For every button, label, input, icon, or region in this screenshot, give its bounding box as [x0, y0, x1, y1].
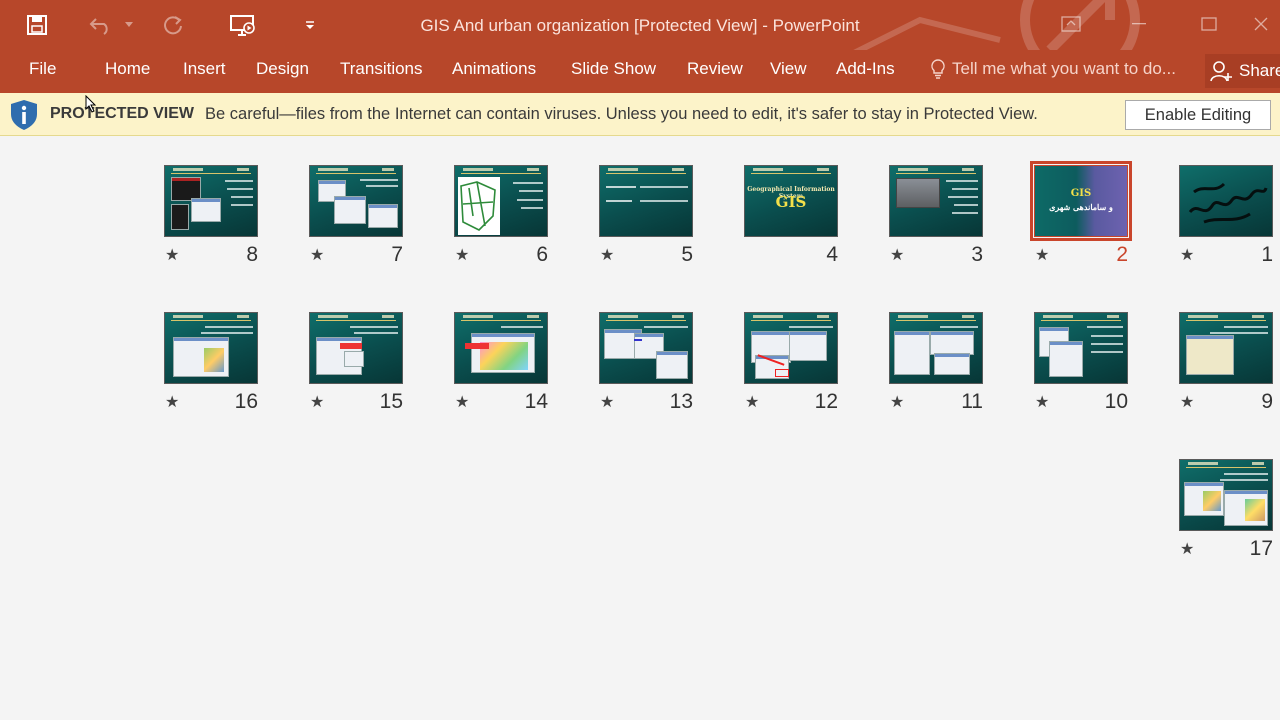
slide-number: 16	[234, 390, 258, 413]
transition-star-icon: ★	[1180, 541, 1195, 558]
slide-number: 3	[971, 243, 983, 266]
slide-thumbnail-9[interactable]	[1179, 312, 1273, 384]
slide-number: 10	[1104, 390, 1128, 413]
share-button[interactable]: Share	[1205, 54, 1280, 88]
slide-number: 7	[391, 243, 403, 266]
slide-thumbnail-2[interactable]: GIS و ساماندهی شهری	[1030, 161, 1132, 241]
protected-view-bar: PROTECTED VIEW Be careful—files from the…	[0, 93, 1280, 136]
transition-star-icon: ★	[165, 247, 180, 264]
transition-star-icon: ★	[890, 247, 905, 264]
ribbon-tabs: File Home Insert Design Transitions Anim…	[0, 50, 1280, 93]
slide-thumbnail-17[interactable]	[1179, 459, 1273, 531]
slide-thumbnail-6[interactable]	[454, 165, 548, 237]
ribbon-display-options-button[interactable]	[1048, 8, 1094, 40]
transition-star-icon: ★	[890, 394, 905, 411]
minimize-icon	[1132, 23, 1146, 25]
slide-thumbnail-12[interactable]	[744, 312, 838, 384]
slide-thumbnail-15[interactable]	[309, 312, 403, 384]
lightbulb-icon	[931, 59, 945, 79]
transition-star-icon: ★	[600, 394, 615, 411]
slide-thumbnail-10[interactable]	[1034, 312, 1128, 384]
transition-star-icon: ★	[455, 394, 470, 411]
map-image	[458, 177, 500, 235]
slide-number: 8	[246, 243, 258, 266]
transition-star-icon: ★	[310, 247, 325, 264]
maximize-button[interactable]	[1186, 8, 1232, 40]
transition-star-icon: ★	[1180, 394, 1195, 411]
transition-star-icon: ★	[165, 394, 180, 411]
tab-animations[interactable]: Animations	[452, 59, 536, 79]
enable-editing-button[interactable]: Enable Editing	[1125, 100, 1271, 130]
transition-star-icon: ★	[1035, 394, 1050, 411]
tab-slide-show[interactable]: Slide Show	[571, 59, 656, 79]
protected-view-title: PROTECTED VIEW	[50, 105, 195, 122]
slide-thumbnail-1[interactable]	[1179, 165, 1273, 237]
tab-insert[interactable]: Insert	[183, 59, 226, 79]
transition-star-icon: ★	[455, 247, 470, 264]
slide-thumbnail-4[interactable]: Geographical Information System GIS	[744, 165, 838, 237]
shield-info-icon	[11, 100, 37, 130]
transition-star-icon: ★	[600, 247, 615, 264]
tab-review[interactable]: Review	[687, 59, 743, 79]
tab-add-ins[interactable]: Add-Ins	[836, 59, 895, 79]
slide-thumbnail-16[interactable]	[164, 312, 258, 384]
slide-thumbnail-5[interactable]	[599, 165, 693, 237]
tell-me-label: Tell me what you want to do...	[952, 59, 1176, 78]
title-bar: GIS And urban organization [Protected Vi…	[0, 0, 1280, 50]
transition-star-icon: ★	[1180, 247, 1195, 264]
slide-thumbnail-11[interactable]	[889, 312, 983, 384]
slide-4-title: GIS	[775, 193, 807, 211]
slide-thumbnail-14[interactable]	[454, 312, 548, 384]
close-icon	[1254, 17, 1268, 31]
tab-transitions[interactable]: Transitions	[340, 59, 423, 79]
slide-2-title: GIS	[1070, 188, 1092, 199]
slide-thumbnail-3[interactable]	[889, 165, 983, 237]
mouse-cursor-icon	[85, 95, 97, 113]
tab-file[interactable]: File	[29, 59, 56, 79]
slide-number: 1	[1261, 243, 1273, 266]
tell-me-search[interactable]: Tell me what you want to do...	[930, 58, 1176, 80]
slide-thumbnail-8[interactable]	[164, 165, 258, 237]
calligraphy-image	[1188, 182, 1268, 224]
slide-number: 12	[814, 390, 838, 413]
protected-view-message: Be careful—files from the Internet can c…	[205, 105, 1038, 123]
slide-thumbnail-7[interactable]	[309, 165, 403, 237]
slide-number: 4	[826, 243, 838, 266]
minimize-button[interactable]	[1116, 8, 1162, 40]
slide-number: 5	[681, 243, 693, 266]
slide-number: 17	[1249, 537, 1273, 560]
transition-star-icon: ★	[1035, 247, 1050, 264]
share-label: Share	[1239, 61, 1280, 80]
slide-number: 2	[1116, 243, 1128, 266]
slide-2-subtitle: و ساماندهی شهری	[1049, 202, 1113, 212]
close-button[interactable]	[1254, 8, 1280, 40]
add-person-icon	[1210, 61, 1232, 82]
tab-view[interactable]: View	[770, 59, 807, 79]
slide-thumbnail-13[interactable]	[599, 312, 693, 384]
slide-number: 6	[536, 243, 548, 266]
slide-number: 11	[961, 390, 983, 413]
slide-number: 14	[524, 390, 548, 413]
slide-number: 13	[669, 390, 693, 413]
tab-home[interactable]: Home	[105, 59, 150, 79]
maximize-icon	[1201, 17, 1217, 31]
slide-number: 9	[1261, 390, 1273, 413]
slide-sorter: ★ 8 ★ 7 ★ 6 ★ 5 Geographical Information…	[0, 137, 1280, 720]
ribbon-display-icon	[1061, 16, 1081, 32]
transition-star-icon: ★	[745, 394, 760, 411]
slide-number: 15	[379, 390, 403, 413]
tab-design[interactable]: Design	[256, 59, 309, 79]
transition-star-icon: ★	[310, 394, 325, 411]
